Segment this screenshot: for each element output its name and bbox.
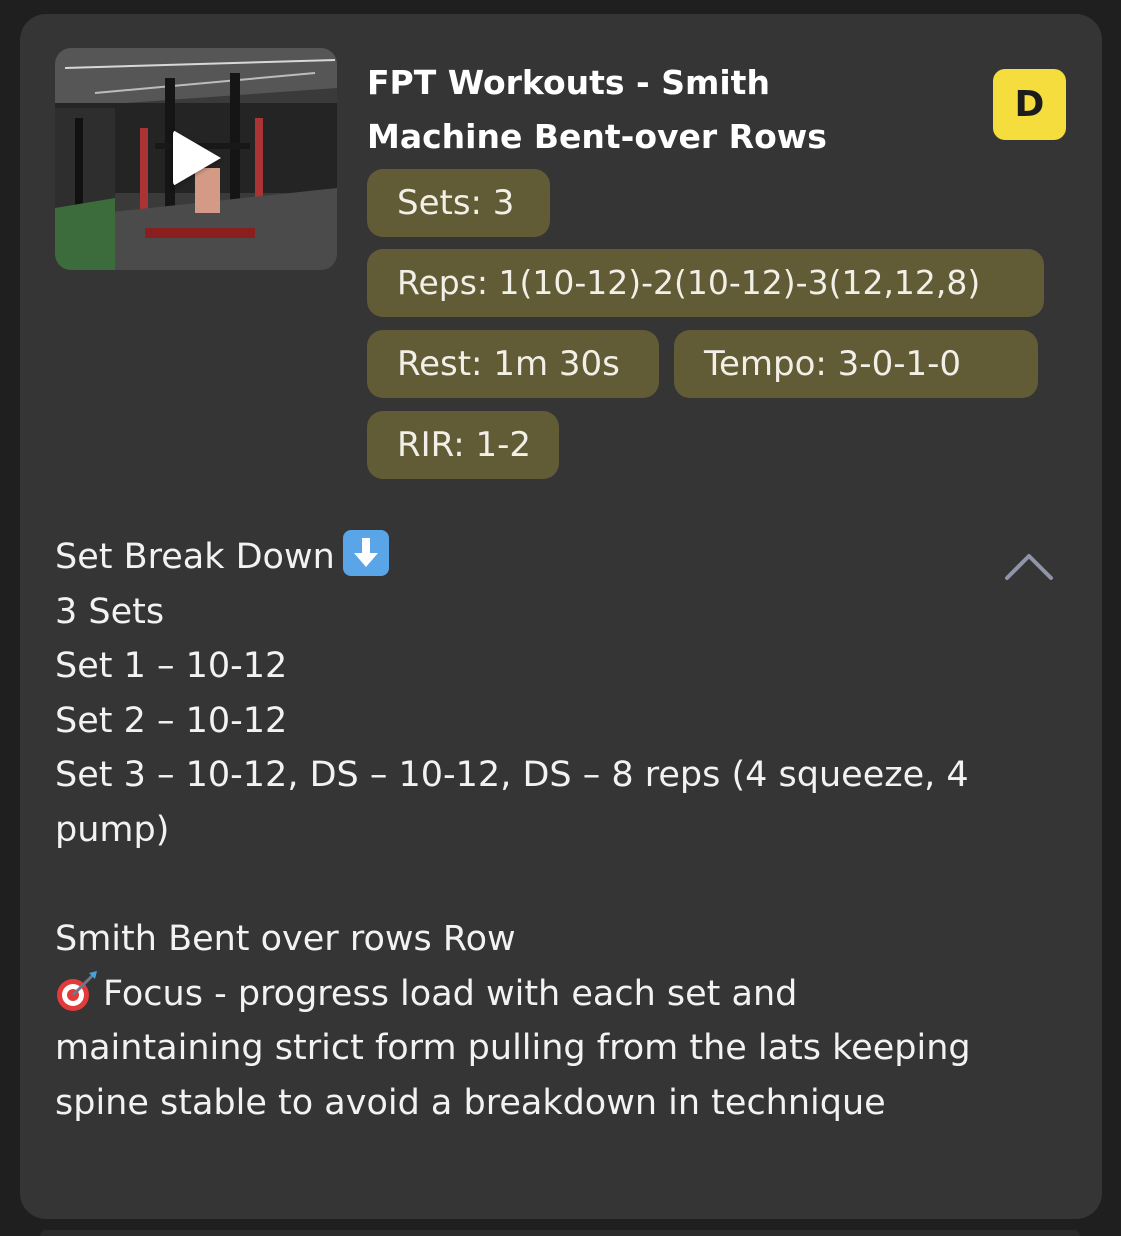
- reps-chip: Reps: 1(10-12)-2(10-12)-3(12,12,8): [367, 249, 1044, 317]
- exercise-card: FPT Workouts - Smith Machine Bent-over R…: [20, 14, 1102, 1219]
- description-line: Set 1 – 10-12: [55, 646, 288, 687]
- description-line: Set 2 – 10-12: [55, 700, 288, 741]
- tempo-chip: Tempo: 3-0-1-0: [674, 330, 1038, 398]
- play-icon: [173, 130, 221, 186]
- description-heading: Set Break Down: [55, 530, 995, 585]
- down-arrow-emoji-icon: [342, 530, 389, 576]
- description-line: Set 3 – 10-12, DS – 10-12, DS – 8 reps (…: [55, 755, 969, 850]
- rest-chip: Rest: 1m 30s: [367, 330, 659, 398]
- exercise-description: Set Break Down 3 Sets Set 1 – 10-12 Set …: [55, 530, 995, 1131]
- focus-text: Focus - progress load with each set and …: [55, 973, 971, 1123]
- description-line: 3 Sets: [55, 591, 165, 632]
- target-emoji-icon: [57, 970, 97, 1011]
- next-card-edge: [40, 1230, 1080, 1236]
- focus-paragraph: Focus - progress load with each set and …: [55, 967, 995, 1131]
- grade-badge: D: [993, 69, 1066, 140]
- description-subheading: Smith Bent over rows Row: [55, 919, 516, 960]
- chevron-up-icon: [1005, 554, 1053, 580]
- exercise-video-thumbnail[interactable]: [55, 48, 337, 270]
- description-heading-text: Set Break Down: [55, 537, 335, 577]
- description-spacer: [55, 858, 995, 913]
- sets-chip: Sets: 3: [367, 169, 550, 237]
- collapse-description-button[interactable]: [1003, 548, 1055, 584]
- rir-chip: RIR: 1-2: [367, 411, 559, 479]
- exercise-title: FPT Workouts - Smith Machine Bent-over R…: [367, 63, 827, 156]
